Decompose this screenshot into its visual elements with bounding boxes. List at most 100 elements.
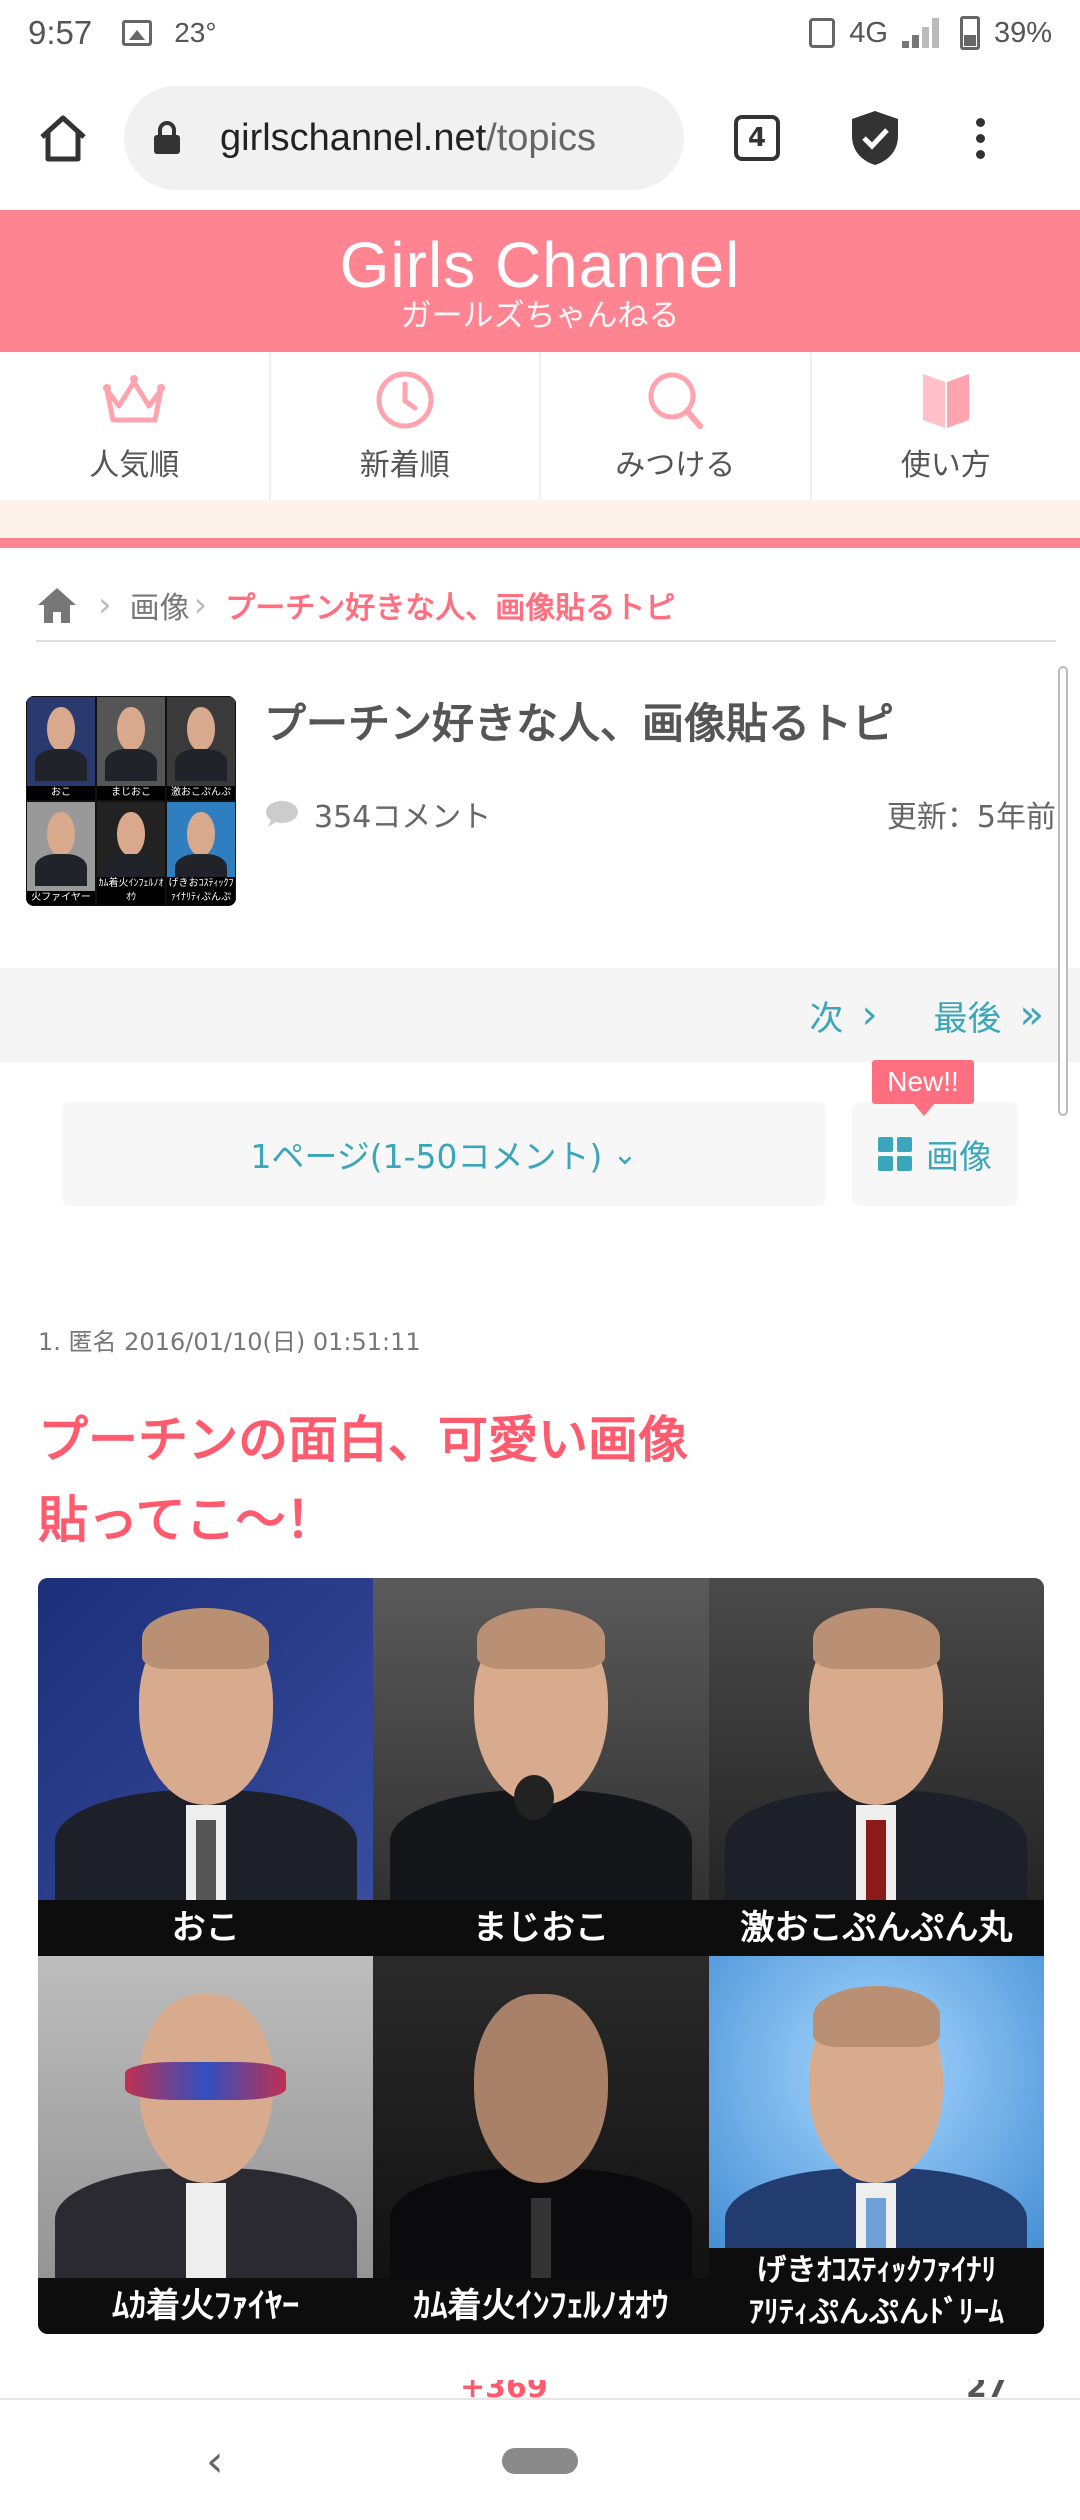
url-path: /topics [486, 116, 596, 159]
home-pill-icon[interactable] [502, 2448, 578, 2474]
header-divider [0, 500, 1080, 538]
double-chevron-right-icon: » [1019, 992, 1044, 1038]
page-scrollbar[interactable] [1058, 666, 1068, 1116]
breadcrumb-separator-icon: › [98, 585, 112, 625]
thumb-cell: げきおｺｽﾃｨｯｸﾌｧｲﾅﾘﾃｨぷんぷ [166, 801, 236, 906]
breadcrumb-separator-icon: › [193, 585, 208, 625]
thumb-caption: おこ [27, 786, 95, 800]
topic-thumbnail[interactable]: おこ まじおこ 激おこぷんぷ 火ファイヤー ｶﾑ着火ｲﾝﾌｪﾙﾉｵｵｳ げきおｺ… [26, 696, 236, 906]
book-icon [922, 374, 969, 428]
image-caption: ｶﾑ着火ｲﾝﾌｪﾙﾉｵｵｳ [373, 2278, 709, 2334]
comment-meta: 1. 匿名 2016/01/10(日) 01:51:11 [38, 1328, 421, 1356]
image-panel: ﾑｶ着火ﾌｧｲﾔｰ [38, 1956, 374, 2334]
last-page-link[interactable]: 最後 » [934, 991, 1044, 1040]
image-caption: まじおこ [373, 1900, 709, 1956]
browser-toolbar: girlschannel.net/topics 4 [0, 66, 1080, 210]
topic-comment-count-label: 354コメント [314, 800, 492, 835]
topic-comment-count[interactable]: 354コメント [264, 792, 491, 836]
comment-body-line: 貼ってこ〜！ [38, 1491, 336, 1549]
more-menu-icon[interactable] [976, 117, 985, 159]
pager: 次 › 最後» [0, 968, 1080, 1062]
image-caption-line: げきｵｺｽﾃｨｯｸﾌｧｲﾅﾘ [756, 2253, 997, 2288]
site-logo-subtitle: ガールズちゃんねる [400, 298, 680, 334]
tab-switcher-button[interactable]: 4 [734, 115, 780, 161]
nav-popular-label: 人気順 [89, 448, 180, 483]
nav-newest[interactable]: 新着順 [271, 352, 541, 500]
nav-howto[interactable]: 使い方 [812, 352, 1080, 500]
image-panel: おこ [38, 1578, 374, 1956]
image-caption: おこ [38, 1900, 374, 1956]
thumb-cell: おこ [26, 696, 96, 801]
thumb-cell: 火ファイヤー [26, 801, 96, 906]
site-header[interactable]: Girls Channel ガールズちゃんねる [0, 210, 1080, 352]
battery-icon [959, 16, 980, 50]
site-logo[interactable]: Girls Channel [0, 210, 1080, 298]
nav-howto-label: 使い方 [900, 448, 991, 483]
vote-plus-button[interactable]: +369 [460, 2380, 548, 2398]
lock-icon [154, 121, 180, 154]
image-panel: 激おこぷんぷん丸 [708, 1578, 1044, 1956]
vibrate-icon [809, 18, 836, 48]
nav-find[interactable]: みつける [541, 352, 812, 500]
breadcrumb-home-icon[interactable] [36, 585, 78, 625]
crown-icon [103, 375, 166, 423]
comment-image[interactable]: おこ まじおこ 激おこぷんぷん丸 ﾑｶ着火ﾌｧｲﾔｰ ｶﾑ着火ｲﾝﾌｪﾙﾉｵｵｳ… [38, 1578, 1044, 2334]
image-panel: げきｵｺｽﾃｨｯｸﾌｧｲﾅﾘ ｱﾘﾃｨぷんぷんﾄﾞﾘｰﾑ [708, 1956, 1044, 2334]
status-time: 9:57 [28, 14, 93, 51]
thumb-caption: ｶﾑ着火ｲﾝﾌｪﾙﾉｵｵｳ [97, 877, 165, 905]
main-nav: 人気順 新着順 みつける 使い方 [0, 352, 1080, 500]
image-panel: まじおこ [373, 1578, 709, 1956]
last-page-label: 最後 [933, 998, 1002, 1039]
thumb-caption: 火ファイヤー [27, 891, 95, 905]
nav-find-label: みつける [615, 448, 736, 483]
page-range-label: 1ページ(1-50コメント) [250, 1137, 603, 1176]
grid-icon [878, 1137, 912, 1171]
comment-body-line: プーチンの面白、可愛い画像 [38, 1411, 688, 1469]
status-right: 4G 39% [809, 16, 1052, 50]
comment-votes: +369 27 [0, 2380, 1080, 2398]
comment-bubble-icon [266, 801, 298, 827]
url-text: girlschannel.net/topics [220, 117, 596, 160]
url-bar[interactable]: girlschannel.net/topics [124, 86, 684, 190]
status-bar: 9:57 23° 4G 39% [0, 0, 1080, 66]
breadcrumb: › 画像 › プーチン好きな人、画像貼るトピ [36, 570, 1056, 642]
breadcrumb-current: プーチン好きな人、画像貼るトピ [225, 591, 676, 626]
topic-title: プーチン好きな人、画像貼るトピ [264, 699, 895, 748]
breadcrumb-category[interactable]: 画像 [130, 583, 190, 627]
search-icon [648, 372, 704, 429]
next-page-link[interactable]: 次 › [810, 991, 878, 1040]
back-icon[interactable]: ‹ [206, 2436, 224, 2487]
topic-header: おこ まじおこ 激おこぷんぷ 火ファイヤー ｶﾑ着火ｲﾝﾌｪﾙﾉｵｵｳ げきおｺ… [26, 696, 1056, 906]
nav-popular[interactable]: 人気順 [0, 352, 271, 500]
new-badge: New!! [872, 1060, 974, 1116]
url-domain: girlschannel.net [220, 116, 487, 159]
status-temperature: 23° [174, 17, 217, 48]
thumb-caption: げきおｺｽﾃｨｯｸﾌｧｲﾅﾘﾃｨぷんぷ [167, 877, 235, 905]
image-view-button[interactable]: 画像 [852, 1102, 1018, 1206]
header-divider-line [0, 538, 1080, 548]
thumb-cell: まじおこ [96, 696, 166, 801]
home-icon[interactable] [30, 105, 96, 171]
image-caption: げきｵｺｽﾃｨｯｸﾌｧｲﾅﾘ ｱﾘﾃｨぷんぷんﾄﾞﾘｰﾑ [708, 2248, 1044, 2334]
image-panel: ｶﾑ着火ｲﾝﾌｪﾙﾉｵｵｳ [373, 1956, 709, 2334]
image-caption: ﾑｶ着火ﾌｧｲﾔｰ [38, 2278, 374, 2334]
vote-minus-button[interactable]: 27 [966, 2380, 1008, 2398]
thumb-caption: 激おこぷんぷ [167, 786, 235, 800]
chevron-down-icon: ⌄ [612, 1136, 638, 1172]
thumb-cell: 激おこぷんぷ [166, 696, 236, 801]
chevron-right-icon: › [861, 992, 878, 1038]
nav-newest-label: 新着順 [359, 448, 450, 483]
thumb-caption: まじおこ [97, 786, 165, 800]
page-range-select[interactable]: 1ページ(1-50コメント) ⌄ [62, 1102, 826, 1206]
signal-icon [901, 18, 946, 48]
network-label: 4G [849, 16, 888, 49]
image-caption-line: ｱﾘﾃｨぷんぷんﾄﾞﾘｰﾑ [748, 2295, 1004, 2330]
image-caption: 激おこぷんぷん丸 [708, 1900, 1044, 1956]
system-nav-bar: ‹ [0, 2398, 1080, 2520]
topic-updated: 更新：5年前 [886, 800, 1056, 835]
comment-body: プーチンの面白、可愛い画像 貼ってこ〜！ [38, 1400, 1038, 1560]
next-page-label: 次 [809, 998, 844, 1039]
shield-check-icon[interactable] [848, 108, 902, 168]
clock-icon [376, 371, 434, 429]
image-notification-icon [122, 20, 153, 46]
